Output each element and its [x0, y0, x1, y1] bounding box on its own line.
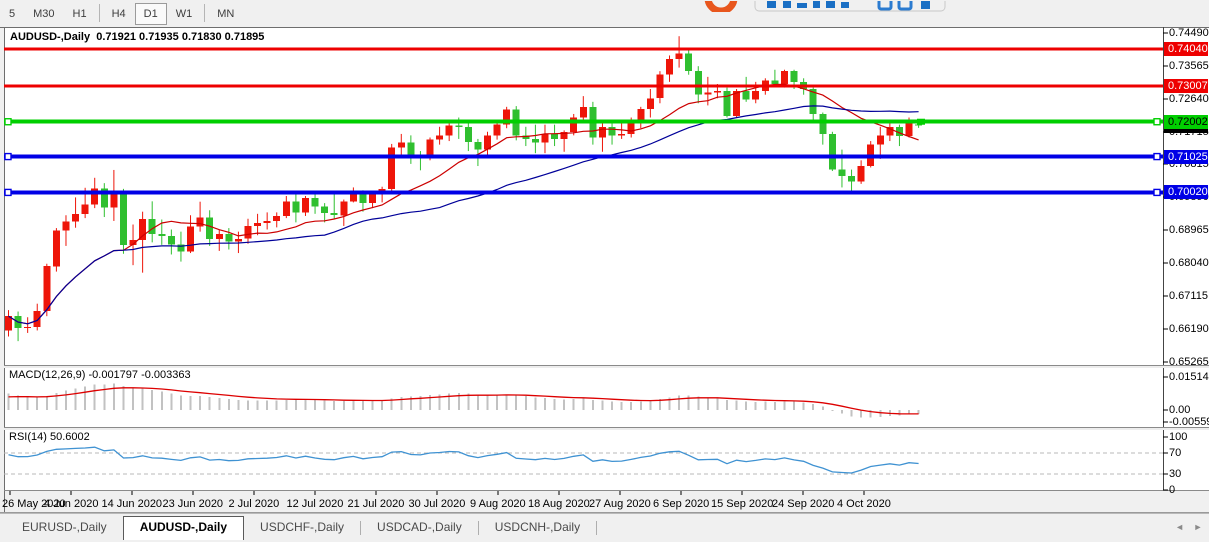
- brand-logo-partial: [693, 0, 949, 12]
- macd-axis-label: -0.005595: [1169, 416, 1209, 428]
- mt4-window: { "toolbar": { "timeframes": ["5","M30",…: [0, 0, 1209, 541]
- price-axis-label: 0.74490: [1169, 27, 1209, 39]
- timeframe-button-m30[interactable]: M30: [24, 3, 63, 25]
- timeframe-button-d1[interactable]: D1: [135, 3, 167, 25]
- date-axis-label: 18 Aug 2020: [528, 498, 590, 510]
- rsi-axis-label: 100: [1169, 431, 1187, 443]
- chart-window[interactable]: AUDUSD-,Daily 0.71921 0.71935 0.71830 0.…: [0, 27, 1209, 513]
- toolbar-separator: [204, 4, 205, 22]
- date-axis-label: 4 Jun 2020: [44, 498, 98, 510]
- hline-handle[interactable]: [5, 154, 11, 160]
- tab-scroll-right-icon[interactable]: ►: [1191, 520, 1205, 534]
- rsi-indicator-header: RSI(14) 50.6002: [9, 431, 90, 443]
- timeframe-button-5[interactable]: 5: [0, 3, 24, 25]
- date-axis-label: 27 Aug 2020: [589, 498, 651, 510]
- brand-logo-icon: [693, 1, 949, 12]
- date-axis-label: 9 Aug 2020: [470, 498, 526, 510]
- date-axis-label: 23 Jun 2020: [163, 498, 224, 510]
- price-axis-label: 0.66190: [1169, 323, 1209, 335]
- hline-price-badge: 0.74040: [1164, 42, 1208, 56]
- price-axis-label: 0.68040: [1169, 257, 1209, 269]
- timeframe-button-mn[interactable]: MN: [208, 3, 243, 25]
- date-axis-label: 2 Jul 2020: [229, 498, 280, 510]
- tab-usdcnh[interactable]: USDCNH-,Daily: [479, 517, 596, 537]
- rsi-axis-label: 30: [1169, 468, 1181, 480]
- macd-axis-label: 0.015142: [1169, 371, 1209, 383]
- macd-values: -0.001797 -0.003363: [88, 369, 190, 381]
- hline-handle[interactable]: [5, 189, 11, 195]
- macd-indicator-header: MACD(12,26,9) -0.001797 -0.003363: [9, 369, 191, 381]
- date-axis-label: 6 Sep 2020: [653, 498, 709, 510]
- hline-price-badge: 0.71025: [1164, 150, 1208, 164]
- tab-audusd[interactable]: AUDUSD-,Daily: [123, 516, 244, 540]
- rsi-value: 50.6002: [50, 431, 90, 443]
- date-axis-label: 12 Jul 2020: [287, 498, 344, 510]
- date-axis-label: 30 Jul 2020: [409, 498, 466, 510]
- price-axis-label: 0.72640: [1169, 93, 1209, 105]
- tab-eurusd[interactable]: EURUSD-,Daily: [6, 517, 123, 537]
- hline-handle[interactable]: [1154, 119, 1160, 125]
- chart-symbol-header: AUDUSD-,Daily 0.71921 0.71935 0.71830 0.…: [10, 31, 264, 43]
- rsi-axis-label: 70: [1169, 447, 1181, 459]
- tab-usdcad[interactable]: USDCAD-,Daily: [361, 517, 478, 537]
- hline-price-badge: 0.70020: [1164, 185, 1208, 199]
- tab-scroll-left-icon[interactable]: ◄: [1173, 520, 1187, 534]
- hline-price-badge: 0.73007: [1164, 79, 1208, 93]
- date-axis-label: 14 Jun 2020: [102, 498, 163, 510]
- hline-handle[interactable]: [1154, 189, 1160, 195]
- hline-handle[interactable]: [5, 119, 11, 125]
- hline-price-badge: 0.72002: [1164, 115, 1208, 129]
- timeframe-button-w1[interactable]: W1: [167, 3, 202, 25]
- price-axis-label: 0.67115: [1169, 290, 1208, 302]
- toolbar-separator: [99, 4, 100, 22]
- chart-tab-bar: EURUSD-,DailyAUDUSD-,DailyUSDCHF-,DailyU…: [0, 513, 1209, 542]
- price-axis-label: 0.68965: [1169, 224, 1209, 236]
- hline-mid-marker[interactable]: [917, 119, 925, 125]
- macd-axis-label: 0.00: [1169, 404, 1190, 416]
- price-axis-label: 0.73565: [1169, 60, 1209, 72]
- date-axis-label: 4 Oct 2020: [837, 498, 891, 510]
- tab-usdchf[interactable]: USDCHF-,Daily: [244, 517, 360, 537]
- symbol-period-label: AUDUSD-,Daily: [10, 31, 90, 43]
- date-axis-label: 21 Jul 2020: [348, 498, 405, 510]
- ohlc-values: 0.71921 0.71935 0.71830 0.71895: [96, 31, 264, 43]
- timeframe-button-h4[interactable]: H4: [103, 3, 135, 25]
- rsi-label: RSI(14): [9, 431, 47, 443]
- date-axis-label: 24 Sep 2020: [772, 498, 834, 510]
- macd-label: MACD(12,26,9): [9, 369, 85, 381]
- tab-separator: [596, 521, 597, 535]
- hline-handle[interactable]: [1154, 154, 1160, 160]
- rsi-axis-label: 0: [1169, 484, 1175, 496]
- price-axis-label: 0.65265: [1169, 356, 1209, 368]
- timeframe-toolbar: 5M30H1 H4D1W1 MN: [0, 0, 1209, 27]
- timeframe-button-h1[interactable]: H1: [64, 3, 96, 25]
- chart-canvas: [0, 27, 1209, 513]
- date-axis-label: 15 Sep 2020: [711, 498, 773, 510]
